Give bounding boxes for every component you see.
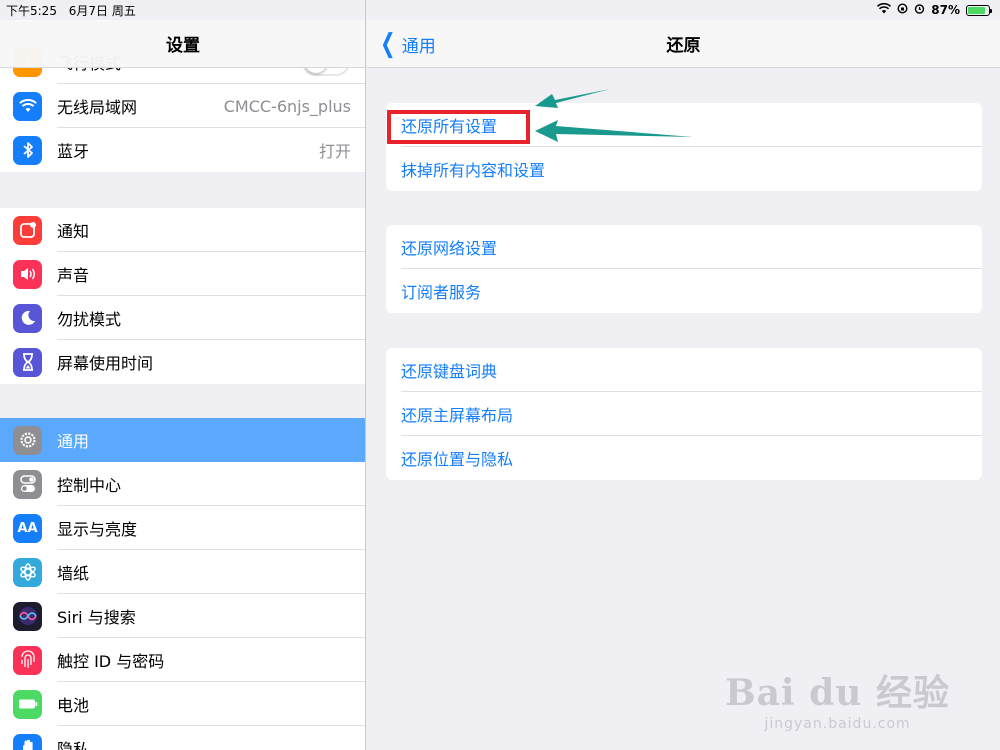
battery-icon: [966, 4, 992, 16]
alarm-icon: [914, 3, 925, 17]
battery-percent: 87%: [931, 3, 960, 17]
lock-rotation-icon: [897, 3, 908, 17]
watermark-logo: Bai du 经验: [725, 672, 950, 714]
status-date: 6月7日 周五: [68, 3, 136, 18]
arrow-lower: [535, 120, 693, 142]
status-time: 下午5:25: [6, 3, 57, 18]
annotation-arrows: [535, 89, 693, 142]
wifi-status-icon: [877, 2, 892, 17]
watermark-url: jingyan.baidu.com: [764, 716, 911, 732]
arrow-upper: [535, 89, 610, 108]
status-bar: 下午5:25 6月7日 周五 87%: [0, 0, 1000, 20]
watermark: Bai du 经验 jingyan.baidu.com: [725, 664, 950, 732]
